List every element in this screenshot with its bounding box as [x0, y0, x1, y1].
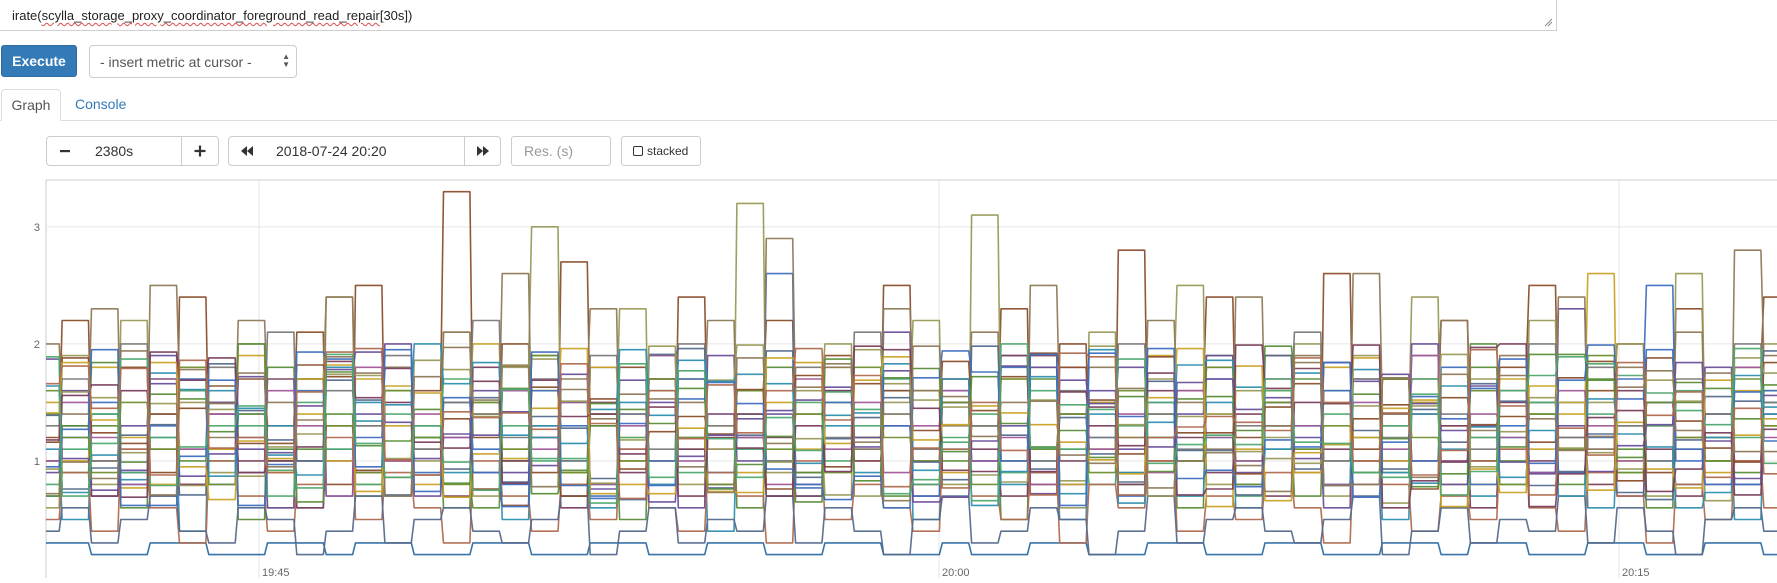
- stacked-toggle-icon: [633, 146, 643, 156]
- range-input[interactable]: 2380s: [82, 136, 182, 166]
- y-tick-label: 2: [34, 339, 40, 351]
- plus-icon: [194, 145, 206, 157]
- tab-graph[interactable]: Graph: [1, 89, 61, 121]
- insert-metric-select-value: - insert metric at cursor -: [100, 54, 252, 70]
- x-tick-label: 19:45: [262, 567, 290, 578]
- minus-icon: [59, 150, 70, 153]
- expression-input[interactable]: irate(scylla_storage_proxy_coordinator_f…: [0, 0, 1557, 31]
- stacked-toggle-button[interactable]: stacked: [621, 136, 701, 166]
- stacked-label: stacked: [647, 144, 689, 158]
- y-tick-label: 1: [34, 456, 40, 468]
- x-tick-label: 20:00: [942, 567, 970, 578]
- end-time-forward-button[interactable]: [464, 136, 501, 166]
- x-tick-label: 20:15: [1622, 567, 1650, 578]
- select-arrows-icon: ▲ ▼: [282, 52, 290, 69]
- tab-console[interactable]: Console: [75, 89, 135, 121]
- insert-metric-select[interactable]: - insert metric at cursor - ▲ ▼: [89, 45, 297, 78]
- backward-icon: [241, 146, 253, 156]
- line-chart[interactable]: 1 2 3 19:45 20:00 20:15: [0, 176, 1777, 579]
- range-decrease-button[interactable]: [46, 136, 83, 166]
- expression-suffix: [30s]): [379, 8, 413, 23]
- expression-metric: scylla_storage_proxy_coordinator_foregro…: [41, 8, 380, 23]
- forward-icon: [476, 146, 489, 156]
- end-time-input[interactable]: 2018-07-24 20:20: [265, 136, 465, 166]
- end-time-back-button[interactable]: [228, 136, 266, 166]
- expression-prefix: irate(: [12, 8, 42, 23]
- resize-handle-icon[interactable]: [1544, 18, 1553, 27]
- y-tick-label: 3: [34, 222, 40, 234]
- graph-area: 1 2 3 19:45 20:00 20:15: [0, 176, 1777, 579]
- range-increase-button[interactable]: [181, 136, 219, 166]
- tabs-divider: [0, 120, 1777, 121]
- expression-text: irate(scylla_storage_proxy_coordinator_f…: [12, 8, 412, 23]
- execute-button[interactable]: Execute: [1, 45, 77, 77]
- resolution-input[interactable]: Res. (s): [511, 136, 611, 166]
